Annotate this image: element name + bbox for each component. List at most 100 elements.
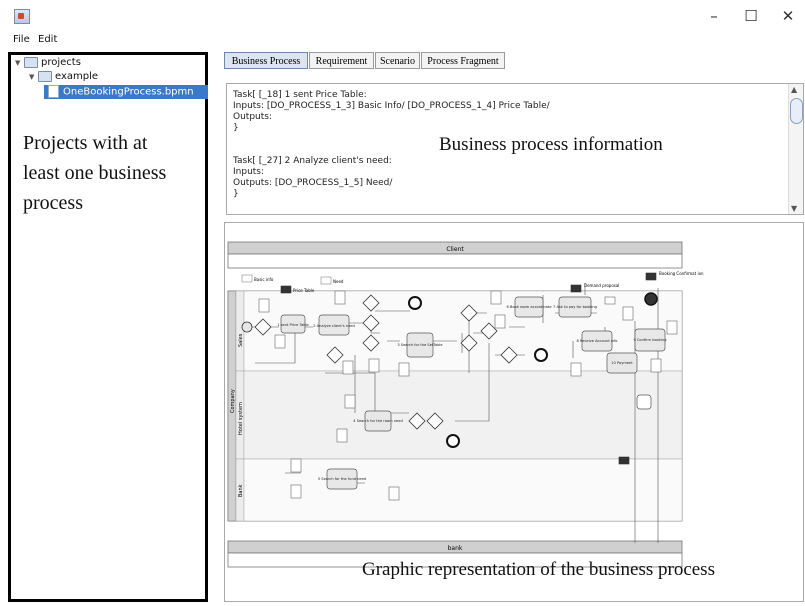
file-icon bbox=[48, 85, 59, 98]
info-annotation: Business process information bbox=[439, 134, 663, 155]
data-object-icon bbox=[570, 362, 582, 377]
data-object-icon bbox=[258, 298, 270, 313]
data-object-icon bbox=[368, 358, 380, 373]
lane-hotel bbox=[243, 370, 683, 460]
menu-file[interactable]: File bbox=[13, 34, 30, 45]
client-pool-body bbox=[227, 253, 683, 269]
info-line: Task[ [_27] 2 Analyze client's need: bbox=[233, 156, 392, 166]
task-label: 8 Receive Account info bbox=[576, 339, 617, 343]
data-object-icon bbox=[290, 484, 302, 499]
envelope-icon bbox=[241, 274, 253, 283]
business-process-info-area[interactable]: Task[ [_18] 1 sent Price Table: Inputs: … bbox=[226, 83, 804, 215]
msg-label: Need bbox=[333, 279, 344, 284]
envelope-filled-icon bbox=[570, 284, 582, 293]
bpmn-diagram: Client Company Sales Hotel system Bank b… bbox=[227, 241, 704, 568]
close-icon[interactable]: ✕ bbox=[778, 6, 798, 26]
envelope-filled-icon bbox=[645, 272, 657, 281]
task-label: 10 Payment bbox=[611, 361, 633, 365]
title-bar: – ☐ ✕ bbox=[0, 0, 805, 34]
tab-business-process[interactable]: Business Process bbox=[224, 52, 308, 69]
data-object-icon bbox=[398, 362, 410, 377]
info-line: Inputs: bbox=[233, 167, 265, 177]
end-message-event-icon bbox=[644, 292, 658, 306]
lane-bank-label: Bank bbox=[238, 484, 244, 497]
scroll-thumb[interactable] bbox=[790, 98, 803, 124]
lane-hotel-label: Hotel system bbox=[238, 402, 244, 435]
msg-label: Booking Confirmat ion bbox=[659, 271, 704, 276]
data-object-icon bbox=[490, 290, 502, 305]
minimize-icon[interactable]: – bbox=[704, 6, 724, 26]
msg-label: Demand proposal bbox=[584, 283, 619, 288]
menu-edit[interactable]: Edit bbox=[38, 34, 57, 45]
task-label: 1 sent Price Table bbox=[277, 323, 309, 327]
tab-requirement[interactable]: Requirement bbox=[309, 52, 374, 69]
task-label: 6 Book room accordinate bbox=[506, 305, 552, 309]
tab-scenario[interactable]: Scenario bbox=[375, 52, 420, 69]
lane-sales-header bbox=[235, 290, 245, 372]
task-label: 3 Search for the SetTable bbox=[397, 343, 443, 347]
task-label: 2 Analyze client's need bbox=[313, 324, 355, 328]
info-line: Outputs: [DO_PROCESS_1_5] Need/ bbox=[233, 178, 393, 188]
scroll-down-icon[interactable]: ▼ bbox=[791, 204, 797, 213]
data-object-icon bbox=[494, 314, 506, 329]
scroll-up-icon[interactable]: ▲ bbox=[791, 85, 797, 94]
data-object-icon bbox=[336, 428, 348, 443]
projects-annotation: Projects with at least one business proc… bbox=[23, 128, 166, 218]
menu-bar: File Edit bbox=[0, 34, 805, 48]
info-line: Task[ [_18] 1 sent Price Table: bbox=[233, 90, 367, 100]
info-line: Outputs: bbox=[233, 112, 272, 122]
company-pool-label: Company bbox=[230, 389, 236, 413]
maximize-icon[interactable]: ☐ bbox=[741, 6, 761, 26]
tree-item-bpmn-file[interactable]: OneBookingProcess.bpmn bbox=[44, 85, 208, 99]
data-object-icon bbox=[622, 306, 634, 321]
msg-label: Price Table bbox=[293, 288, 315, 293]
task-label: 7 Ask to pay for booking bbox=[553, 305, 597, 309]
msg-label: Basic info bbox=[254, 277, 274, 282]
data-object-icon bbox=[274, 334, 286, 349]
lane-bank bbox=[243, 458, 683, 522]
annotation-line: process bbox=[23, 192, 83, 214]
tree-item-example[interactable]: ▼ example bbox=[29, 70, 98, 84]
data-object-icon bbox=[334, 290, 346, 305]
end-event-icon bbox=[408, 296, 422, 310]
data-object-icon bbox=[388, 486, 400, 501]
data-store-icon bbox=[636, 394, 652, 410]
graphic-annotation: Graphic representation of the business p… bbox=[362, 559, 715, 580]
task-label: 4 Search for the room need bbox=[353, 419, 402, 423]
info-scrollbar[interactable]: ▲ ▼ bbox=[788, 84, 803, 214]
lane-sales-label: Sales bbox=[238, 333, 244, 347]
expand-toggle-icon[interactable]: ▼ bbox=[15, 56, 24, 70]
java-app-icon bbox=[14, 9, 30, 24]
data-object-icon bbox=[650, 358, 662, 373]
folder-icon bbox=[38, 70, 52, 82]
annotation-line: least one business bbox=[23, 162, 167, 184]
tree-item-projects[interactable]: ▼ projects bbox=[15, 56, 81, 70]
bank-pool-label: bank bbox=[448, 545, 463, 552]
expand-toggle-icon[interactable]: ▼ bbox=[29, 70, 38, 84]
tree-item-label: example bbox=[55, 71, 99, 82]
info-line: } bbox=[233, 189, 239, 199]
task-label: 5 Search for the fund need bbox=[318, 477, 366, 481]
end-event-icon bbox=[534, 348, 548, 362]
envelope-icon bbox=[320, 276, 332, 285]
bpmn-diagram-panel[interactable]: Client Company Sales Hotel system Bank b… bbox=[224, 222, 804, 602]
envelope-filled-icon bbox=[280, 285, 292, 294]
data-object-icon bbox=[344, 394, 356, 409]
folder-icon bbox=[24, 56, 38, 68]
tree-item-label: projects bbox=[41, 57, 81, 68]
client-pool-label: Client bbox=[446, 246, 464, 253]
end-event-icon bbox=[446, 434, 460, 448]
data-object-icon bbox=[290, 458, 302, 473]
start-event-icon bbox=[241, 321, 253, 333]
data-object-icon bbox=[604, 296, 616, 305]
tree-item-label: OneBookingProcess.bpmn bbox=[63, 86, 194, 98]
tab-process-fragment[interactable]: Process Fragment bbox=[421, 52, 505, 69]
task-label: 9 Confirm booking bbox=[633, 338, 666, 342]
annotation-line: Projects with at bbox=[23, 132, 148, 154]
data-object-icon bbox=[666, 320, 678, 335]
info-line: } bbox=[233, 123, 239, 133]
envelope-filled-icon bbox=[618, 456, 630, 465]
info-line: Inputs: [DO_PROCESS_1_3] Basic Info/ [DO… bbox=[233, 101, 550, 111]
project-tree-panel: ▼ projects ▼ example OneBookingProcess.bpm… bbox=[8, 52, 208, 602]
data-object-icon bbox=[342, 360, 354, 375]
